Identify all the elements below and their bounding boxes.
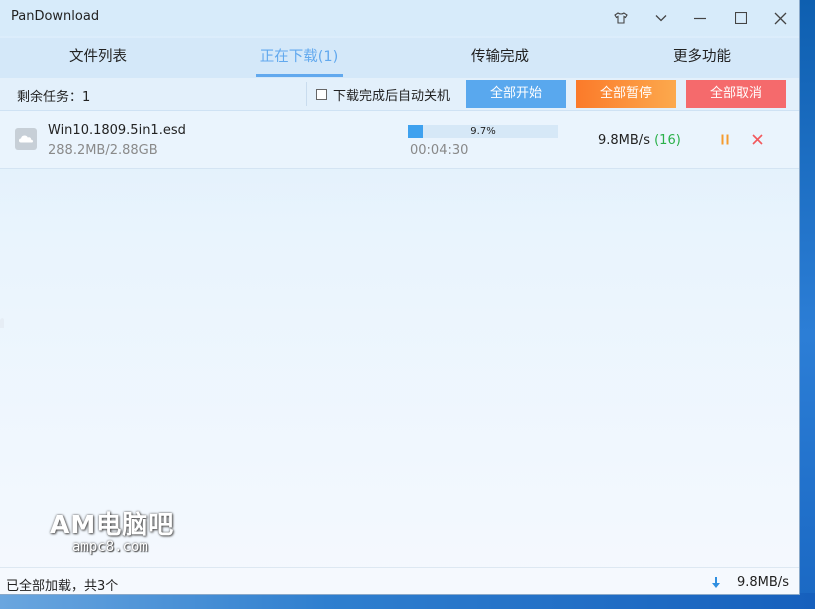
status-message: 已全部加载，共3个 (6, 579, 119, 594)
close-button[interactable] (766, 6, 794, 30)
cancel-x-icon (751, 133, 763, 145)
download-speed: 9.8MB/s (16) (598, 133, 681, 148)
watermark: AM电脑吧 ampc8.com (50, 505, 200, 555)
file-name: Win10.1809.5in1.esd (48, 123, 186, 138)
window-title: PanDownload (11, 9, 100, 24)
tab-bar: 文件列表 正在下载(1) 传输完成 更多功能 (0, 38, 799, 78)
chevron-down-icon (655, 15, 667, 22)
remaining-tasks-label: 剩余任务： (17, 90, 83, 105)
auto-shutdown-label: 下载完成后自动关机 (333, 89, 451, 104)
maximize-button[interactable] (727, 6, 755, 30)
start-all-button[interactable]: 全部开始 (466, 80, 566, 108)
download-arrow-icon (710, 575, 722, 589)
cloud-file-icon (15, 128, 37, 150)
remaining-tasks: 剩余任务：1 (17, 86, 90, 105)
tab-downloading[interactable]: 正在下载(1) (249, 38, 349, 78)
connection-count: (16) (654, 133, 681, 148)
pause-all-button[interactable]: 全部暂停 (576, 80, 676, 108)
watermark-logo: AM电脑吧 (50, 510, 175, 539)
status-total-speed: 9.8MB/s (737, 575, 789, 590)
status-bar: 已全部加载，共3个 9.8MB/s (0, 567, 799, 594)
tab-more-features[interactable]: 更多功能 (652, 38, 752, 78)
window-edge-detail (0, 300, 4, 330)
minimize-icon (694, 17, 706, 20)
download-row[interactable]: Win10.1809.5in1.esd 288.2MB/2.88GB 9.7% … (0, 111, 799, 169)
toolbar-divider (306, 82, 307, 106)
remaining-tasks-count: 1 (82, 90, 91, 105)
row-cancel-button[interactable] (750, 132, 764, 146)
auto-shutdown-option[interactable]: 下载完成后自动关机 (316, 85, 450, 104)
app-window: PanDownload 文件列表 正在下载(1) 传输完成 更多功能 剩余任务：… (0, 0, 800, 595)
maximize-icon (735, 12, 747, 24)
progress-percent: 9.7% (470, 126, 496, 137)
tab-file-list[interactable]: 文件列表 (48, 38, 148, 78)
title-bar[interactable]: PanDownload (0, 0, 799, 36)
file-size: 288.2MB/2.88GB (48, 143, 158, 158)
skin-button[interactable] (607, 6, 635, 30)
watermark-url: ampc8.com (72, 539, 148, 555)
download-toolbar: 剩余任务：1 下载完成后自动关机 全部开始 全部暂停 全部取消 (0, 78, 799, 111)
pause-icon (721, 134, 729, 144)
progress-bar: 9.7% (408, 125, 558, 138)
tab-completed[interactable]: 传输完成 (450, 38, 550, 78)
active-tab-indicator (256, 74, 343, 77)
cancel-all-button[interactable]: 全部取消 (686, 80, 786, 108)
menu-button[interactable] (647, 6, 675, 30)
row-pause-button[interactable] (718, 132, 732, 146)
auto-shutdown-checkbox[interactable] (316, 89, 327, 100)
taskbar-strip (0, 593, 815, 609)
download-speed-value: 9.8MB/s (598, 133, 650, 148)
minimize-button[interactable] (686, 6, 714, 30)
close-icon (774, 12, 786, 24)
shirt-icon (614, 12, 628, 24)
elapsed-time: 00:04:30 (410, 143, 469, 158)
desktop-background (800, 0, 815, 609)
